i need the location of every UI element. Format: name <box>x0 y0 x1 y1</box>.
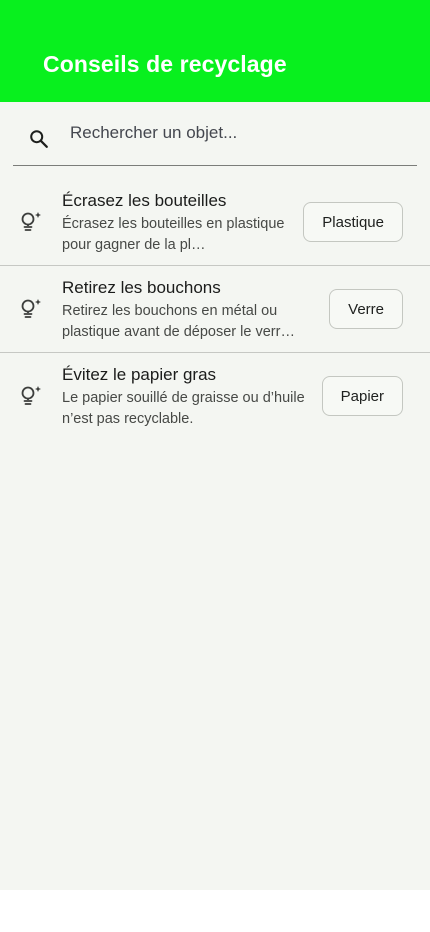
category-chip-plastique[interactable]: Plastique <box>303 202 403 242</box>
lightbulb-sparkle-icon <box>18 209 44 235</box>
lightbulb-sparkle-icon <box>18 296 44 322</box>
category-chip-verre[interactable]: Verre <box>329 289 403 329</box>
tip-text: Évitez le papier gras Le papier souillé … <box>62 364 312 430</box>
list-item[interactable]: Écrasez les bouteilles Écrasez les boute… <box>0 179 430 266</box>
list-item[interactable]: Retirez les bouchons Retirez les bouchon… <box>0 266 430 353</box>
tip-text: Retirez les bouchons Retirez les bouchon… <box>62 277 312 343</box>
category-chip-papier[interactable]: Papier <box>321 376 403 416</box>
lightbulb-sparkle-icon <box>18 383 44 409</box>
app-bar: Conseils de recyclage <box>0 0 430 102</box>
tip-subtitle: Retirez les bouchons en métal ou plastiq… <box>62 303 295 340</box>
search-icon <box>26 126 52 152</box>
search-field[interactable] <box>13 102 417 166</box>
tip-title: Écrasez les bouteilles <box>62 191 227 210</box>
tip-title: Évitez le papier gras <box>62 365 217 384</box>
tip-subtitle: Écrasez les bouteilles en plastique pour… <box>62 216 285 253</box>
tips-list: Écrasez les bouteilles Écrasez les boute… <box>0 179 430 440</box>
tip-text: Écrasez les bouteilles Écrasez les boute… <box>62 190 312 256</box>
list-item[interactable]: Évitez le papier gras Le papier souillé … <box>0 353 430 440</box>
page-title: Conseils de recyclage <box>43 51 287 77</box>
tip-title: Retirez les bouchons <box>62 278 221 297</box>
app-screen: Conseils de recyclage Écras <box>0 0 430 890</box>
search-input[interactable] <box>70 122 370 143</box>
tip-subtitle: Le papier souillé de graisse ou d’huile … <box>62 390 305 427</box>
